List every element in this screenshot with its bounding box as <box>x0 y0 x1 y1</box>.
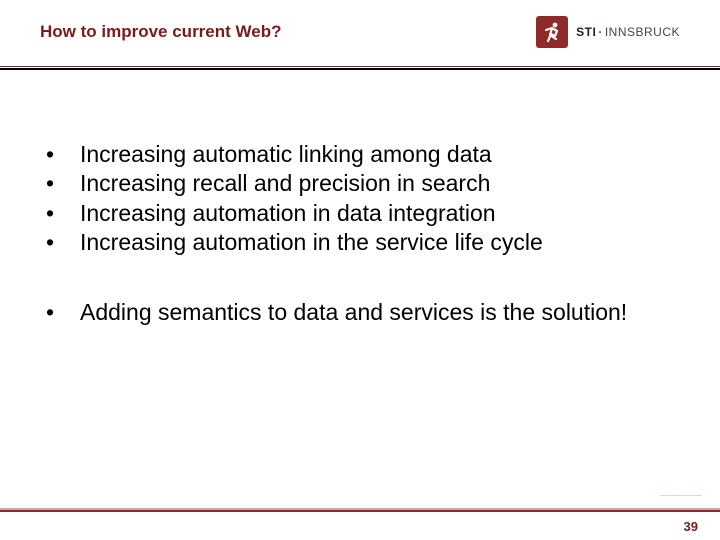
list-item-text: Increasing automation in data integratio… <box>80 199 680 228</box>
bullet-icon: • <box>40 228 80 257</box>
list-item: •Increasing automation in data integrati… <box>40 199 680 228</box>
list-item-text: Increasing automatic linking among data <box>80 140 680 169</box>
bullet-icon: • <box>40 199 80 228</box>
list-item: •Increasing automation in the service li… <box>40 228 680 257</box>
logo-text-rest: INNSBRUCK <box>605 25 680 39</box>
slide: How to improve current Web? STI·INNSBRUC… <box>0 0 720 540</box>
bullet-icon: • <box>40 169 80 198</box>
bullet-group-2: •Adding semantics to data and services i… <box>40 298 680 327</box>
logo-text-bold: STI <box>576 25 596 39</box>
logo-separator-icon: · <box>598 25 603 39</box>
list-item: •Adding semantics to data and services i… <box>40 298 680 327</box>
bullet-icon: • <box>40 140 80 169</box>
bullet-group-1: •Increasing automatic linking among data… <box>40 140 680 258</box>
list-item-text: Adding semantics to data and services is… <box>80 298 680 327</box>
header-divider <box>0 66 720 70</box>
list-item-text: Increasing recall and precision in searc… <box>80 169 680 198</box>
logo-mark <box>536 16 568 48</box>
bullet-icon: • <box>40 298 80 327</box>
footer-divider <box>0 508 720 512</box>
list-item: •Increasing recall and precision in sear… <box>40 169 680 198</box>
logo: STI·INNSBRUCK <box>536 16 680 48</box>
decorative-line <box>660 495 702 506</box>
list-item-text: Increasing automation in the service lif… <box>80 228 680 257</box>
list-item: •Increasing automatic linking among data <box>40 140 680 169</box>
logo-text: STI·INNSBRUCK <box>576 25 680 39</box>
page-number: 39 <box>684 519 698 534</box>
runner-icon <box>542 21 562 43</box>
content: •Increasing automatic linking among data… <box>40 140 680 367</box>
